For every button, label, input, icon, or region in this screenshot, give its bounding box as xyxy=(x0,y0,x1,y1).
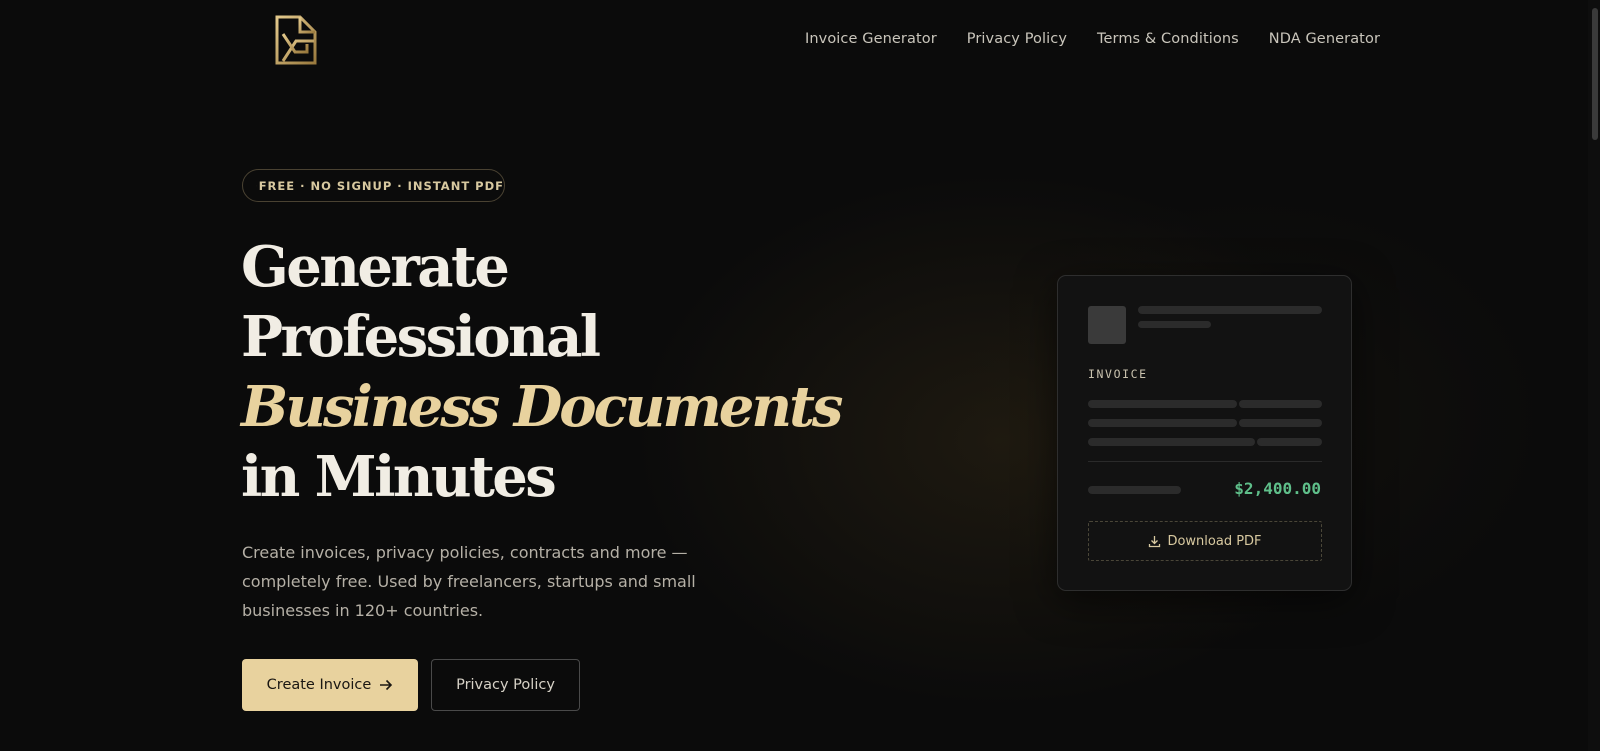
nav-invoice-generator[interactable]: Invoice Generator xyxy=(805,31,937,47)
skeleton-line xyxy=(1138,306,1322,314)
company-logo-placeholder xyxy=(1088,306,1126,344)
skeleton-line xyxy=(1088,438,1255,446)
skeleton-line xyxy=(1257,438,1322,446)
privacy-policy-button[interactable]: Privacy Policy xyxy=(431,659,580,711)
landing-page: Invoice Generator Privacy Policy Terms &… xyxy=(0,0,1600,751)
headline-line-1: Generate xyxy=(241,234,510,300)
download-icon xyxy=(1149,535,1161,547)
create-invoice-button[interactable]: Create Invoice xyxy=(242,659,418,711)
create-invoice-label: Create Invoice xyxy=(266,677,372,693)
page-scrollbar[interactable] xyxy=(1588,0,1600,751)
hero-subtext: Create invoices, privacy policies, contr… xyxy=(242,543,696,620)
skeleton-line xyxy=(1088,419,1237,427)
download-pdf-label: Download PDF xyxy=(1167,533,1262,549)
top-nav: Invoice Generator Privacy Policy Terms &… xyxy=(805,31,1380,47)
nav-terms-conditions[interactable]: Terms & Conditions xyxy=(1097,31,1239,47)
skeleton-line xyxy=(1138,321,1211,328)
nav-nda-generator[interactable]: NDA Generator xyxy=(1269,31,1380,47)
skeleton-line xyxy=(1239,419,1322,427)
skeleton-line xyxy=(1088,400,1237,408)
badge-text: FREE · NO SIGNUP · INSTANT PDF xyxy=(258,178,504,193)
document-g-logo-icon[interactable] xyxy=(274,14,320,66)
arrow-right-icon xyxy=(380,679,393,691)
headline-line-4: in Minutes xyxy=(241,444,557,510)
card-divider xyxy=(1088,461,1322,462)
nav-privacy-policy[interactable]: Privacy Policy xyxy=(967,31,1067,47)
hero-headline: Generate Professional Business Documents… xyxy=(241,232,843,512)
headline-line-2: Professional xyxy=(241,304,601,370)
scrollbar-thumb[interactable] xyxy=(1592,8,1598,140)
feature-badge: FREE · NO SIGNUP · INSTANT PDF xyxy=(242,169,505,202)
skeleton-line xyxy=(1088,486,1181,494)
invoice-label: INVOICE xyxy=(1088,367,1148,381)
download-pdf-button[interactable]: Download PDF xyxy=(1088,521,1322,561)
sparkle-icon xyxy=(256,185,257,186)
headline-accent-line: Business Documents xyxy=(241,374,843,440)
skeleton-line xyxy=(1239,400,1322,408)
invoice-total: $2,400.00 xyxy=(1234,479,1321,498)
invoice-preview-card: INVOICE $2,400.00 Download PDF xyxy=(1057,275,1352,591)
